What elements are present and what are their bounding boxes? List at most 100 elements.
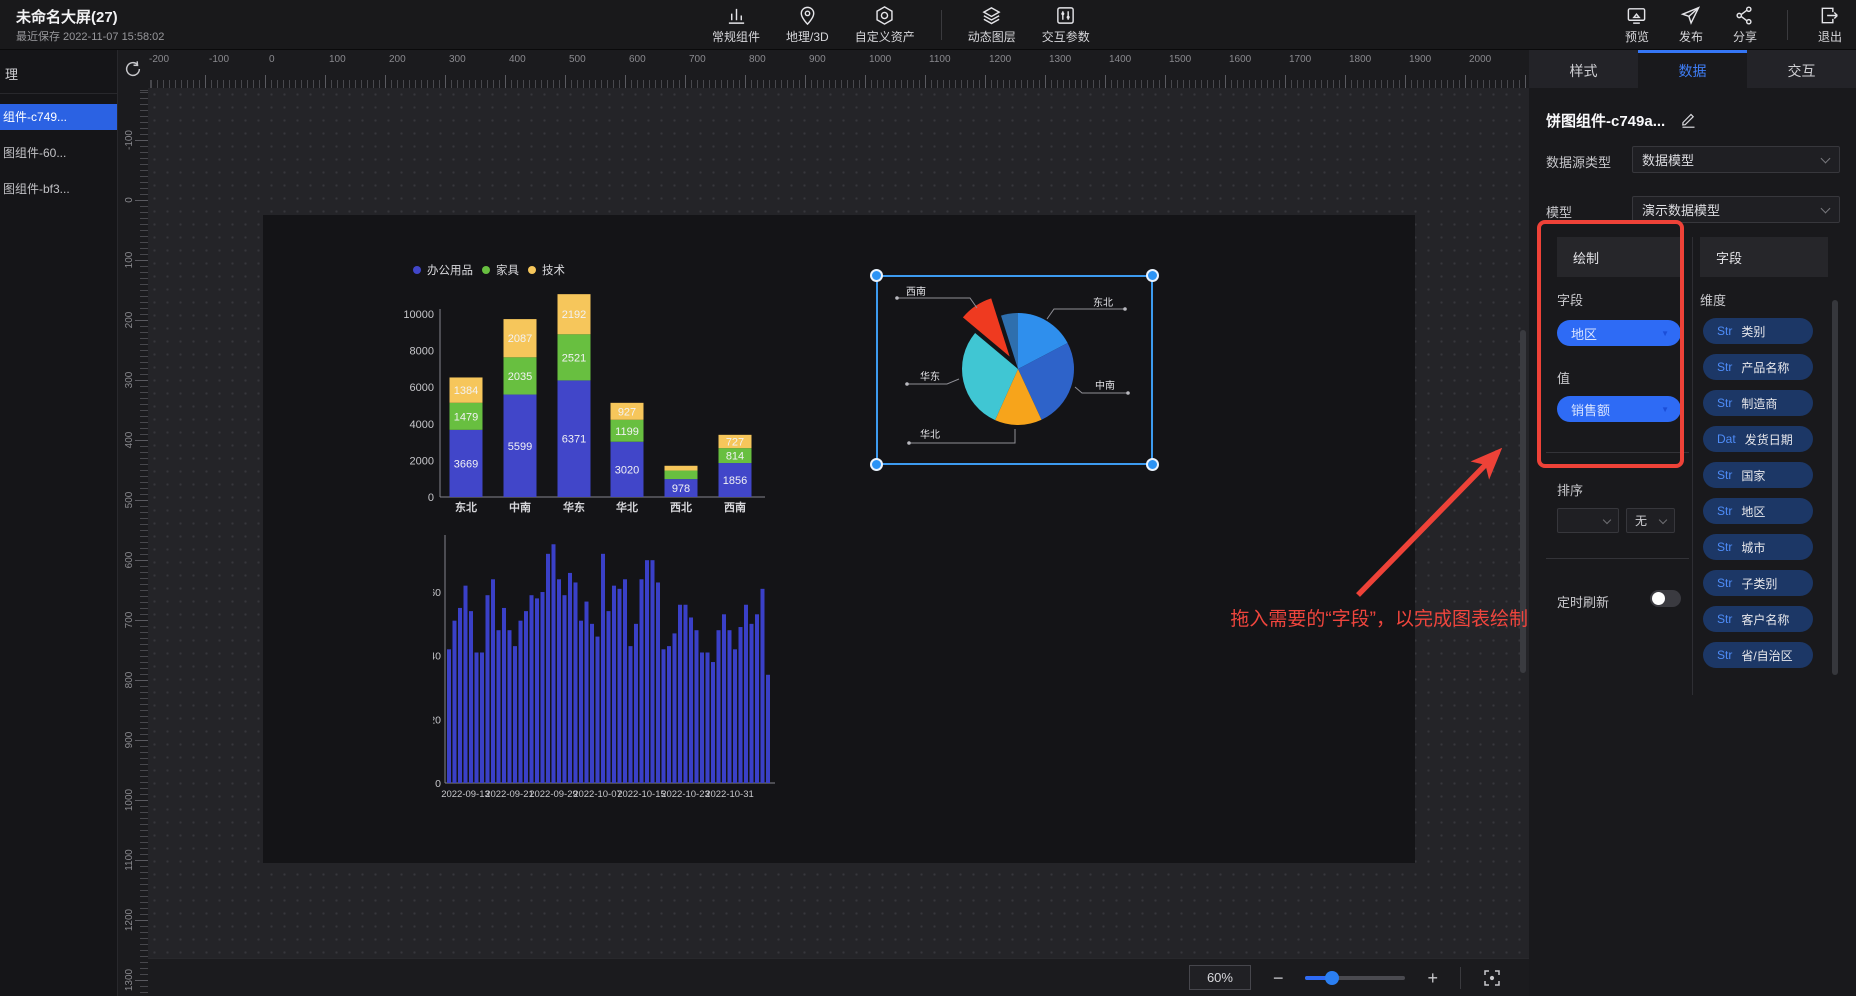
column-divider: [1692, 237, 1693, 695]
ruler-reset-button[interactable]: [118, 50, 148, 88]
dashboard-screen[interactable]: 办公用品家具技术02000400060008000100003669147913…: [263, 215, 1415, 863]
field-pill-省/自治区[interactable]: Str省/自治区: [1703, 642, 1813, 668]
svg-text:家具: 家具: [496, 263, 519, 277]
field-pill-产品名称[interactable]: Str产品名称: [1703, 354, 1813, 380]
sort-order-select[interactable]: 无: [1626, 508, 1675, 533]
tool-label: 地理/3D: [786, 28, 829, 45]
zoom-out-button[interactable]: −: [1273, 969, 1284, 987]
resize-handle-sw[interactable]: [870, 458, 883, 471]
tool-monitor[interactable]: 预览: [1625, 5, 1649, 45]
monitor-icon: [1626, 5, 1647, 26]
tool-share-nodes[interactable]: 分享: [1733, 5, 1757, 45]
svg-text:华东: 华东: [563, 500, 585, 514]
resize-handle-se[interactable]: [1146, 458, 1159, 471]
tool-map-pin[interactable]: 地理/3D: [786, 5, 829, 45]
zoom-in-button[interactable]: +: [1427, 969, 1438, 987]
svg-text:6371: 6371: [562, 434, 586, 446]
svg-text:东北: 东北: [1093, 296, 1113, 309]
pie-chart-selection[interactable]: 东北中南华北华东西南: [876, 275, 1153, 465]
editor-canvas[interactable]: 办公用品家具技术02000400060008000100003669147913…: [148, 88, 1529, 996]
tool-bar-chart[interactable]: 常规组件: [712, 5, 760, 45]
field-pill-region[interactable]: 地区 ▼: [1557, 320, 1681, 346]
svg-text:东北: 东北: [455, 500, 477, 514]
svg-text:2192: 2192: [562, 309, 586, 321]
field-type-badge: Str: [1717, 324, 1732, 338]
top-bar: 未命名大屏(27) 最近保存 2022-11-07 15:58:02 常规组件地…: [0, 0, 1856, 50]
field-name: 子类别: [1741, 575, 1777, 592]
svg-text:2035: 2035: [508, 371, 532, 383]
tab-fields[interactable]: 字段: [1700, 237, 1828, 277]
divider: [1546, 558, 1689, 559]
map-pin-icon: [797, 5, 818, 26]
stacked-bar-chart[interactable]: 办公用品家具技术02000400060008000100003669147913…: [403, 243, 775, 523]
sort-field-select[interactable]: [1557, 508, 1619, 533]
zoom-slider[interactable]: [1305, 971, 1405, 985]
svg-text:华东: 华东: [920, 370, 940, 383]
panel-tab-数据[interactable]: 数据: [1638, 50, 1747, 88]
field-pill-国家[interactable]: Str国家: [1703, 462, 1813, 488]
resize-handle-nw[interactable]: [870, 269, 883, 282]
field-type-badge: Str: [1717, 396, 1732, 410]
layer-list: 组件-c749... 图组件-60... 图组件-bf3...: [0, 104, 117, 202]
field-pill-发货日期[interactable]: Dat发货日期: [1703, 426, 1813, 452]
datasource-type-select[interactable]: 数据模型: [1632, 146, 1840, 173]
field-pill-制造商[interactable]: Str制造商: [1703, 390, 1813, 416]
daily-bar-chart[interactable]: 02040602022-09-132022-09-212022-09-29202…: [433, 517, 783, 817]
svg-text:2022-09-29: 2022-09-29: [529, 789, 578, 800]
svg-text:1199: 1199: [615, 426, 639, 438]
tool-layers[interactable]: 动态图层: [968, 5, 1016, 45]
chevron-down-icon: [1821, 154, 1831, 164]
svg-text:1479: 1479: [454, 411, 478, 423]
auto-refresh-toggle[interactable]: [1650, 590, 1681, 607]
auto-refresh-label: 定时刷新: [1557, 592, 1609, 611]
field-name: 省/自治区: [1741, 647, 1792, 664]
field-type-badge: Str: [1717, 504, 1732, 518]
vertical-ruler: -100010020030040050060070080090010001100…: [118, 88, 148, 996]
horizontal-ruler: -200-10001002003004005006007008009001000…: [148, 50, 1529, 88]
svg-text:2022-10-15: 2022-10-15: [617, 789, 666, 800]
svg-text:1856: 1856: [723, 475, 747, 487]
model-select[interactable]: 演示数据模型: [1632, 196, 1840, 223]
field-type-badge: Dat: [1717, 432, 1736, 446]
pencil-edit-icon: [1681, 111, 1696, 128]
field-type-badge: Str: [1717, 576, 1732, 590]
svg-text:中南: 中南: [509, 500, 531, 514]
field-pill-城市[interactable]: Str城市: [1703, 534, 1813, 560]
layer-item-2[interactable]: 图组件-bf3...: [0, 176, 117, 202]
tool-paper-plane[interactable]: 发布: [1679, 5, 1703, 45]
screen-title: 未命名大屏(27): [16, 6, 118, 27]
layer-item-0[interactable]: 组件-c749...: [0, 104, 117, 130]
tool-label: 动态图层: [968, 28, 1016, 45]
fit-to-screen-button[interactable]: [1483, 969, 1501, 987]
svg-text:华北: 华北: [920, 428, 940, 441]
panel-tabs: 样式数据交互: [1529, 50, 1856, 88]
field-pill-类别[interactable]: Str类别: [1703, 318, 1813, 344]
reset-view-icon: [123, 59, 143, 79]
field-pill-子类别[interactable]: Str 子类别: [1703, 570, 1813, 596]
svg-text:814: 814: [726, 451, 744, 463]
panel-tab-样式[interactable]: 样式: [1529, 50, 1638, 88]
canvas-footer: 60% − +: [148, 958, 1529, 996]
canvas-scrollbar[interactable]: [1520, 330, 1526, 673]
field-pill-地区[interactable]: Str地区: [1703, 498, 1813, 524]
zoom-slider-knob[interactable]: [1325, 971, 1339, 985]
field-pill-客户名称[interactable]: Str客户名称: [1703, 606, 1813, 632]
rename-button[interactable]: [1681, 111, 1696, 133]
field-list-scrollbar[interactable]: [1832, 300, 1838, 675]
layer-item-1[interactable]: 图组件-60...: [0, 140, 117, 166]
sort-label: 排序: [1557, 480, 1583, 499]
svg-text:2521: 2521: [562, 352, 586, 364]
toolbar-divider: [941, 10, 942, 40]
tool-exit[interactable]: 退出: [1818, 5, 1842, 45]
svg-text:6000: 6000: [410, 382, 434, 394]
panel-tab-交互[interactable]: 交互: [1747, 50, 1856, 88]
value-pill-sales[interactable]: 销售额 ▼: [1557, 396, 1681, 422]
svg-text:西南: 西南: [906, 285, 926, 298]
toolbar-actions: 预览发布分享 退出: [1625, 0, 1842, 50]
pie-chart[interactable]: 东北中南华北华东西南: [878, 277, 1155, 467]
tool-sliders[interactable]: 交互参数: [1042, 5, 1090, 45]
resize-handle-ne[interactable]: [1146, 269, 1159, 282]
tab-draw[interactable]: 绘制: [1557, 237, 1681, 277]
tool-hexagon[interactable]: 自定义资产: [855, 5, 915, 45]
zoom-value[interactable]: 60%: [1189, 965, 1251, 990]
